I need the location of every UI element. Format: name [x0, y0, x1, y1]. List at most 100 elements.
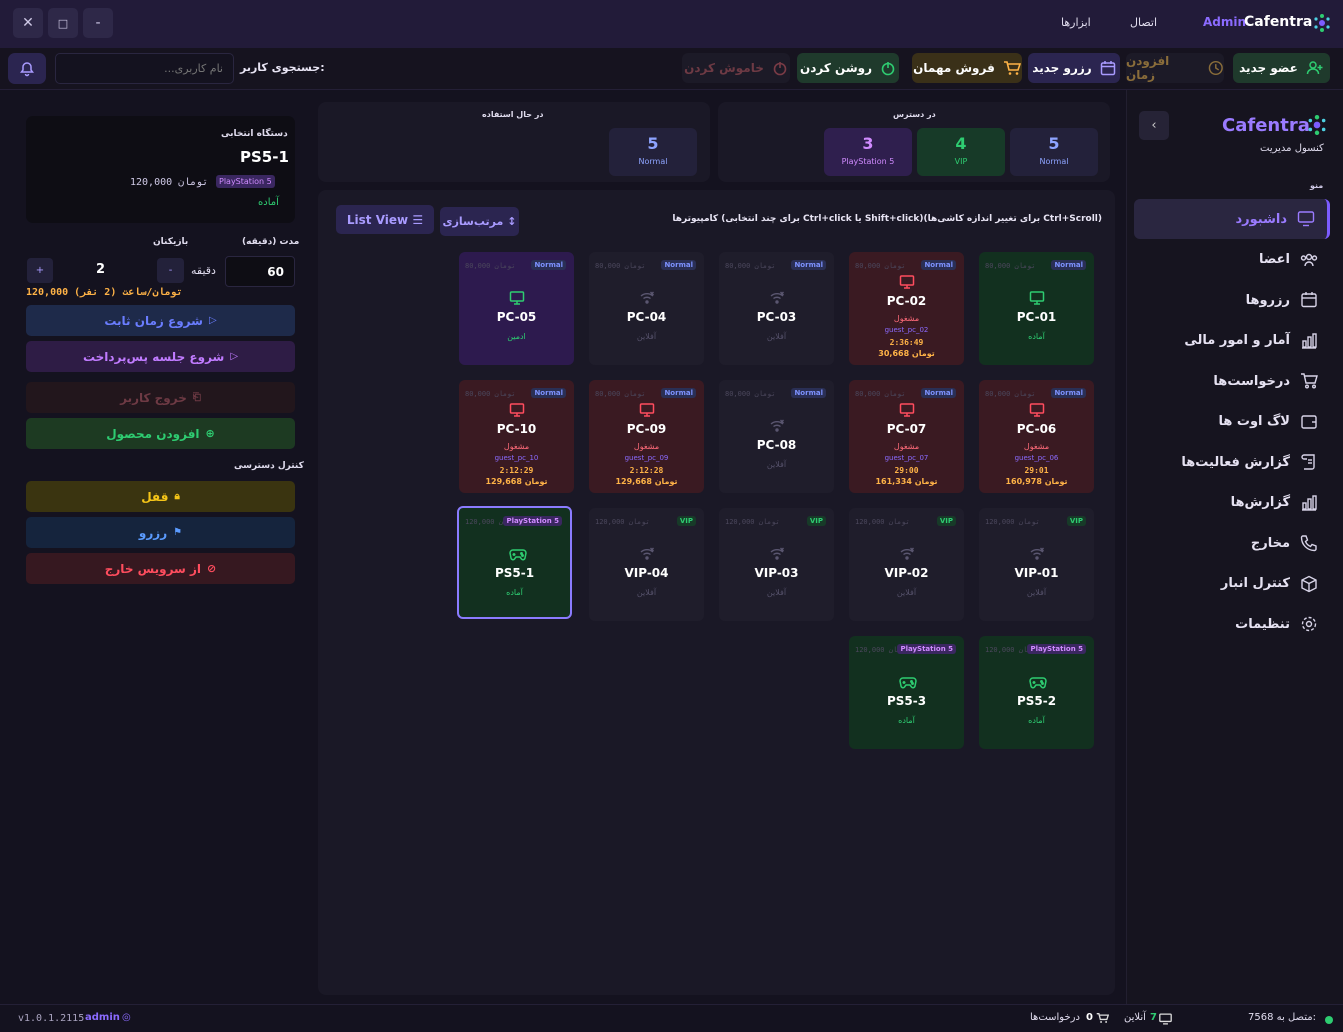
wifi-off-icon	[769, 418, 785, 434]
maximize-window-button[interactable]: □	[48, 8, 78, 38]
close-window-button[interactable]: ✕	[13, 8, 43, 38]
device-tile-vip-01[interactable]: 120,000 تومان VIP VIP-01 آفلاین	[979, 508, 1094, 621]
device-tile-pc-10[interactable]: 80,000 تومان Normal PC-10 مشغول guest_pc_10 2…	[459, 380, 574, 493]
tile-type-badge: PlayStation 5	[1027, 644, 1086, 654]
device-tile-pc-01[interactable]: 80,000 تومان Normal PC-01 آماده	[979, 252, 1094, 365]
tile-name: VIP-04	[624, 566, 669, 580]
list-view-button[interactable]: List View ☰	[336, 205, 434, 234]
tile-price: 80,000 تومان	[465, 262, 516, 270]
tile-name: PS5-2	[1016, 694, 1057, 708]
out-of-service-button[interactable]: از سرویس خارج ⊘	[26, 553, 295, 584]
sidebar-item-8[interactable]: گزارش‌ها	[1134, 483, 1330, 523]
phone-icon	[1300, 534, 1318, 552]
sidebar-item-1[interactable]: داشبورد	[1134, 199, 1330, 239]
logout-user-button[interactable]: خروج کاربر ⎗	[26, 382, 295, 413]
app-version: v1.0.1.2115	[18, 1013, 85, 1024]
turn-off-label: خاموش کردن	[684, 61, 764, 75]
access-control-title: کنترل دسترسی	[234, 461, 304, 471]
device-tile-ps5-1[interactable]: 120,000 تومانPlayStation 5PS5-1آماده	[457, 506, 572, 619]
tile-price: 80,000 تومان	[595, 390, 646, 398]
device-tile-pc-06[interactable]: 80,000 تومان Normal PC-06 مشغول guest_pc_06 2…	[979, 380, 1094, 493]
tile-type-badge: VIP	[676, 516, 696, 526]
menu-tools[interactable]: ابزارها	[1061, 16, 1091, 29]
tile-time: 2:36:49	[889, 338, 924, 347]
device-tile-ps5-2[interactable]: 120,000 تومانPlayStation 5PS5-2آماده	[979, 636, 1094, 749]
notifications-button[interactable]	[8, 53, 46, 84]
start-fixed-time-button[interactable]: شروع زمان ثابت ▷	[26, 305, 295, 336]
turn-off-button[interactable]: خاموش کردن	[682, 53, 790, 83]
monitor-icon	[1029, 290, 1045, 306]
gear-icon	[1300, 615, 1318, 633]
tile-time: 29:01	[1024, 466, 1049, 475]
device-tile-vip-03[interactable]: 120,000 تومان VIP VIP-03 آفلاین	[719, 508, 834, 621]
tile-name: PC-05	[496, 310, 537, 324]
tile-name: PC-02	[886, 294, 927, 308]
minimize-window-button[interactable]: -	[83, 8, 113, 38]
new-reservation-button[interactable]: رزرو جدید	[1028, 53, 1120, 83]
wifi-off-icon	[639, 546, 655, 562]
players-decrement-button[interactable]: -	[157, 258, 184, 283]
logout-user-label: خروج کاربر	[120, 390, 187, 405]
device-tile-vip-04[interactable]: 120,000 تومان VIP VIP-04 آفلاین	[589, 508, 704, 621]
sidebar-brand: Cafentra	[1222, 115, 1310, 136]
available-title: در دسترس	[893, 110, 936, 119]
device-tile-pc-02[interactable]: 80,000 تومان Normal PC-02 مشغول guest_pc_02 2…	[849, 252, 964, 365]
cart-icon	[1300, 372, 1318, 390]
sidebar-item-6[interactable]: لاگ اوت ها	[1134, 402, 1330, 442]
tile-name: VIP-01	[1014, 566, 1059, 580]
tile-status: مشغول	[893, 442, 920, 451]
lock-label: قفل	[141, 489, 169, 504]
duration-label: مدت (دقیقه)	[242, 237, 300, 247]
device-tile-pc-08[interactable]: 80,000 تومان Normal PC-08 آفلاین	[719, 380, 834, 493]
box-icon	[1300, 575, 1318, 593]
sidebar-item-5[interactable]: درخواست‌ها	[1134, 361, 1330, 401]
device-tile-ps5-3[interactable]: 120,000 تومانPlayStation 5PS5-3آماده	[849, 636, 964, 749]
sidebar-item-3[interactable]: رزروها	[1134, 280, 1330, 320]
power-icon	[773, 62, 787, 76]
users-icon	[1300, 251, 1318, 269]
tile-name: PC-06	[1016, 422, 1057, 436]
device-tile-pc-04[interactable]: 80,000 تومان Normal PC-04 آفلاین	[589, 252, 704, 365]
sidebar-item-4[interactable]: آمار و امور مالی	[1134, 321, 1330, 361]
sidebar-item-9[interactable]: مخارج	[1134, 523, 1330, 563]
tile-status: مشغول	[633, 442, 660, 451]
players-increment-button[interactable]: +	[27, 258, 53, 283]
device-tile-pc-03[interactable]: 80,000 تومان Normal PC-03 آفلاین	[719, 252, 834, 365]
add-time-button[interactable]: افزودن زمان	[1126, 53, 1224, 83]
add-product-button[interactable]: افزودن محصول ⊕	[26, 418, 295, 449]
device-tile-pc-05[interactable]: 80,000 تومان Normal PC-05 ادمین	[459, 252, 574, 365]
sidebar-item-2[interactable]: اعضا	[1134, 240, 1330, 280]
new-member-button[interactable]: عضو جدید	[1233, 53, 1330, 83]
tile-name: VIP-03	[754, 566, 799, 580]
connection-status: متصل به 7568:	[1248, 1012, 1316, 1023]
duration-input[interactable]	[225, 256, 295, 287]
lock-icon: 🔒︎	[174, 491, 180, 502]
gamepad-icon	[899, 674, 917, 690]
device-tile-pc-09[interactable]: 80,000 تومان Normal PC-09 مشغول guest_pc_09 2…	[589, 380, 704, 493]
calendar-icon	[1300, 291, 1318, 309]
sidebar-item-7[interactable]: گزارش فعالیت‌ها	[1134, 442, 1330, 482]
online-label: آنلاین	[1124, 1012, 1146, 1023]
guest-sale-button[interactable]: فروش مهمان	[912, 53, 1022, 83]
inuse-normal-stat: 5 Normal	[609, 128, 697, 176]
start-postpaid-button[interactable]: شروع جلسه پس‌پرداخت ▷	[26, 341, 295, 372]
sidebar-logo-icon	[1307, 114, 1327, 136]
sidebar-item-10[interactable]: کنترل انبار	[1134, 564, 1330, 604]
title-bar: ✕ □ - ابزارها اتصال Admin Cafentra	[0, 0, 1343, 48]
turn-on-button[interactable]: روشن کردن	[797, 53, 899, 83]
sidebar-item-11[interactable]: تنظیمات	[1134, 604, 1330, 644]
lock-button[interactable]: قفل 🔒︎	[26, 481, 295, 512]
device-tile-vip-02[interactable]: 120,000 تومان VIP VIP-02 آفلاین	[849, 508, 964, 621]
tile-name: PC-10	[496, 422, 537, 436]
sort-button[interactable]: مرتب‌سازی ↕	[440, 207, 519, 236]
menu-connect[interactable]: اتصال	[1130, 16, 1157, 29]
device-tile-pc-07[interactable]: 80,000 تومان Normal PC-07 مشغول guest_pc_07 2…	[849, 380, 964, 493]
tile-status: آفلاین	[896, 588, 917, 597]
sidebar-item-label: مخارج	[1250, 535, 1290, 551]
sidebar-collapse-button[interactable]: ‹	[1139, 111, 1169, 140]
out-of-service-label: از سرویس خارج	[104, 561, 202, 576]
current-user: admin	[85, 1012, 120, 1023]
reserve-button[interactable]: رزرو ⚑	[26, 517, 295, 548]
user-search-input[interactable]	[55, 53, 234, 84]
tile-price: 120,000 تومان	[725, 518, 780, 526]
